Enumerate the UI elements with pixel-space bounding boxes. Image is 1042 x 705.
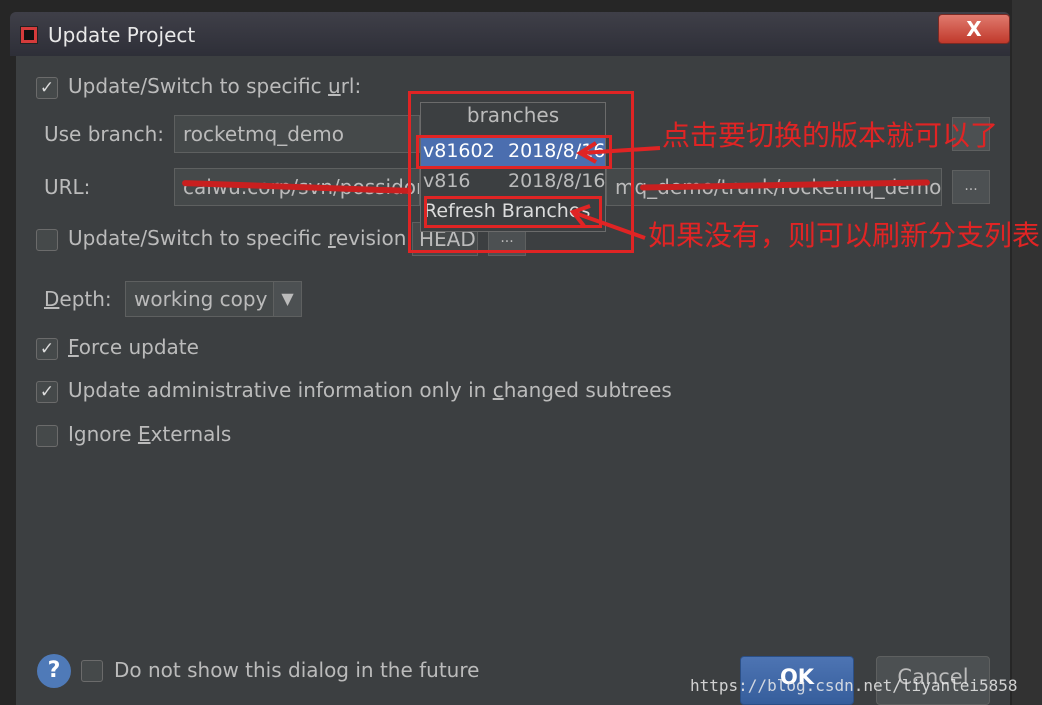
help-button[interactable]: ? xyxy=(37,654,71,688)
arrow-to-refresh-branches xyxy=(569,204,646,240)
dont-show-checkbox[interactable] xyxy=(81,660,103,682)
arrow-to-selected-branch xyxy=(576,141,661,164)
annotation-refresh-note: 如果没有，则可以刷新分支列表 xyxy=(648,219,1040,252)
annotation-arrows xyxy=(569,141,661,240)
annotation-click-note: 点击要切换的版本就可以了 xyxy=(662,120,999,152)
watermark-url: https://blog.csdn.net/liyanlei5858 xyxy=(690,676,1018,695)
dont-show-label: Do not show this dialog in the future xyxy=(114,658,480,682)
